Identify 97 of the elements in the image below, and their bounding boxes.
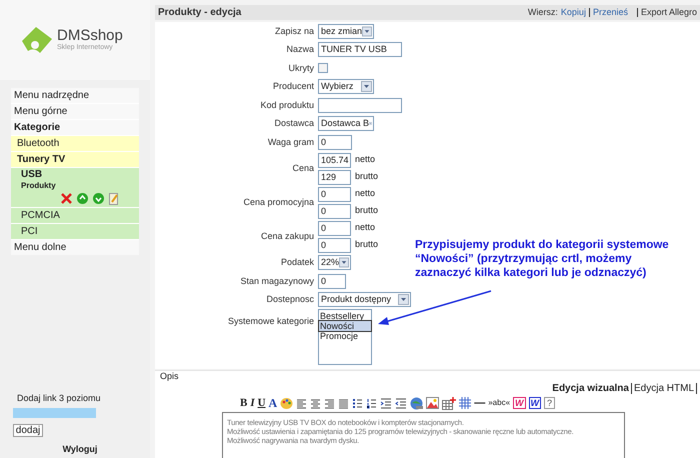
align-center-icon[interactable]	[310, 398, 322, 408]
toolbar-button[interactable]: —	[474, 394, 486, 412]
toolbar-button[interactable]: B	[240, 394, 248, 412]
field-label: Cena	[292, 162, 314, 173]
menu-item[interactable]: Menu dolne	[11, 240, 139, 255]
annotation-text: zaznaczyć kilka kategori lub je odznaczyć)	[415, 266, 648, 280]
unit-label: brutto	[355, 204, 378, 218]
logo-text: DMSshop	[57, 28, 123, 44]
add-button[interactable]: dodaj	[13, 424, 43, 436]
toolbar-button[interactable]: ?	[544, 397, 556, 409]
export-link[interactable]: Export Allegro	[640, 6, 697, 20]
field-label: Ukryty	[288, 62, 314, 72]
unit-label: netto	[355, 187, 376, 200]
field-label: Kod produktu	[260, 100, 314, 110]
annotation-text: Przypisujemy produkt do kategorii systemowe	[415, 238, 669, 252]
align-left-icon[interactable]	[296, 398, 308, 408]
field-label: Dostawca	[274, 118, 314, 128]
checkbox[interactable]	[318, 63, 328, 74]
caret-icon	[398, 294, 409, 306]
indent-icon[interactable]	[380, 398, 392, 408]
list-box[interactable]: Bestsellery Nowości Promocje	[318, 309, 372, 365]
field-label: Systemowe kategorie	[228, 316, 314, 326]
text-editor[interactable]	[222, 412, 625, 458]
delete-icon[interactable]	[61, 193, 72, 204]
toolbar-button[interactable]: U	[258, 394, 266, 412]
row-link[interactable]: Kopiuj	[560, 6, 586, 20]
outdent-icon[interactable]	[395, 398, 408, 408]
toolbar-button[interactable]: W	[513, 397, 526, 409]
dropdown[interactable]: Wybierz	[318, 79, 374, 94]
field-label: Producent	[272, 81, 314, 91]
list-option[interactable]: Bestsellery	[319, 311, 371, 321]
row-link[interactable]: Przenieś	[592, 6, 628, 20]
input-field[interactable]: 105.74	[318, 152, 351, 168]
section-label: Opis	[160, 371, 179, 381]
editor-tab[interactable]: Edycja wizualna	[552, 380, 629, 396]
section-title: Produkty - edycja	[158, 6, 242, 20]
unit-label: brutto	[355, 170, 378, 184]
input-field[interactable]: 0	[318, 134, 352, 150]
toolbar-button[interactable]: A	[268, 394, 278, 412]
menu-item[interactable]: PCMCIA	[11, 208, 139, 223]
numbered-list-icon[interactable]	[366, 398, 378, 408]
link-input-field[interactable]	[13, 408, 96, 418]
bullet-list-icon[interactable]	[352, 398, 364, 408]
field-label: Cena promocyjna	[243, 196, 314, 207]
list-option[interactable]: Promocje	[319, 331, 371, 341]
edit-icon[interactable]	[109, 193, 119, 205]
field-label: Podatek	[280, 257, 314, 267]
logout-link[interactable]: Wyloguj	[0, 442, 150, 456]
row-label: Wiersz:	[528, 6, 558, 19]
unit-label: netto	[355, 153, 376, 166]
input-field[interactable]: TUNER TV USB	[318, 42, 402, 58]
menu-item-label: USB	[21, 169, 44, 181]
menu-item[interactable]: Kategorie	[11, 120, 139, 135]
field-label: Nazwa	[286, 44, 314, 54]
palette-icon[interactable]	[280, 396, 294, 410]
input-field[interactable]: 129	[318, 170, 351, 184]
annotation-text: “Nowości” (przytrzymując crtl, możemy	[415, 252, 633, 266]
toolbar-button[interactable]: W	[528, 397, 542, 409]
unit-label: brutto	[355, 238, 378, 252]
grid-icon[interactable]	[459, 397, 472, 409]
field-label: Cena zakupu	[260, 230, 314, 241]
field-label: Zapisz na	[274, 26, 314, 36]
toolbar-button[interactable]: »abc«	[488, 397, 510, 409]
logo-icon	[20, 25, 54, 55]
list-option[interactable]: Nowości	[319, 321, 371, 331]
add-link-label: Dodaj link 3 poziomu	[16, 392, 102, 404]
menu-item[interactable]: USB Produkty	[11, 168, 139, 207]
dropdown[interactable]: 22%	[318, 255, 351, 270]
editor-tab[interactable]: Edycja HTML	[634, 380, 694, 396]
input-field[interactable]: 0	[318, 274, 346, 289]
menu-item[interactable]: Tunery TV	[11, 152, 139, 167]
table-add-icon[interactable]	[442, 396, 456, 410]
menu-item-sublabel: Produkty	[21, 181, 57, 191]
dropdown[interactable]: bez zmian	[318, 24, 374, 39]
input-field[interactable]: 0	[318, 238, 351, 252]
align-right-icon[interactable]	[324, 398, 336, 408]
caret-icon	[362, 26, 372, 37]
caret-icon	[361, 81, 372, 92]
field-label: Waga gram	[268, 136, 314, 146]
dropdown[interactable]: Produkt dostępny	[318, 292, 411, 308]
image-icon[interactable]	[426, 397, 440, 409]
input-field[interactable]: 0	[318, 204, 351, 218]
input-field[interactable]	[318, 98, 402, 113]
field-label: Dostepnosc	[266, 294, 314, 304]
menu-item[interactable]: Bluetooth	[11, 136, 139, 151]
menu-item[interactable]: Menu górne	[11, 104, 139, 119]
dropdown[interactable]: Dostawca B	[318, 116, 374, 132]
toolbar-button[interactable]: I	[250, 394, 255, 412]
field-label: Stan magazynowy	[240, 276, 314, 286]
input-field[interactable]: 0	[318, 186, 351, 202]
caret-icon	[339, 257, 349, 268]
menu-item[interactable]: PCI	[11, 224, 139, 239]
input-field[interactable]: 0	[318, 220, 351, 236]
justify-icon[interactable]	[338, 398, 350, 408]
menu-item[interactable]: Menu nadrzędne	[11, 88, 139, 103]
globe-link-icon[interactable]	[410, 396, 424, 410]
unit-label: netto	[355, 221, 376, 234]
